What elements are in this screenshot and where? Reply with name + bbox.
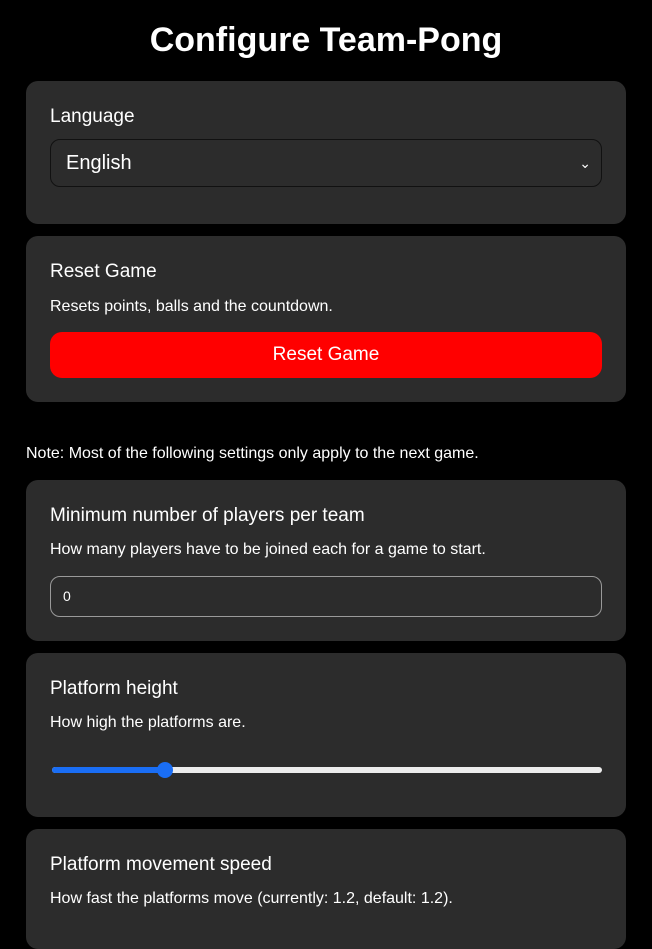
reset-card: Reset Game Resets points, balls and the … xyxy=(26,236,626,402)
min-players-input[interactable]: 0 xyxy=(50,576,602,617)
language-select[interactable]: English ⌄ xyxy=(50,139,602,187)
min-players-title: Minimum number of players per team xyxy=(50,505,365,526)
platform-height-title: Platform height xyxy=(50,678,178,699)
settings-note: Note: Most of the following settings onl… xyxy=(26,445,479,462)
language-label: Language xyxy=(50,106,135,127)
page-title: Configure Team-Pong xyxy=(149,21,503,59)
platform-speed-description: How fast the platforms move (currently: … xyxy=(50,890,453,907)
min-players-value: 0 xyxy=(63,588,71,604)
platform-height-slider[interactable] xyxy=(52,760,602,780)
language-card: Language English ⌄ xyxy=(26,81,626,224)
language-select-value: English xyxy=(66,152,132,174)
slider-fill xyxy=(52,767,165,773)
reset-game-button[interactable]: Reset Game xyxy=(50,332,602,378)
slider-thumb[interactable] xyxy=(157,762,173,778)
min-players-description: How many players have to be joined each … xyxy=(50,541,486,558)
reset-title: Reset Game xyxy=(50,261,157,282)
chevron-down-icon: ⌄ xyxy=(579,155,591,171)
platform-speed-card: Platform movement speed How fast the pla… xyxy=(26,829,626,949)
platform-height-description: How high the platforms are. xyxy=(50,714,246,731)
min-players-card: Minimum number of players per team How m… xyxy=(26,480,626,641)
platform-height-card: Platform height How high the platforms a… xyxy=(26,653,626,817)
reset-description: Resets points, balls and the countdown. xyxy=(50,298,333,315)
platform-speed-title: Platform movement speed xyxy=(50,854,272,875)
